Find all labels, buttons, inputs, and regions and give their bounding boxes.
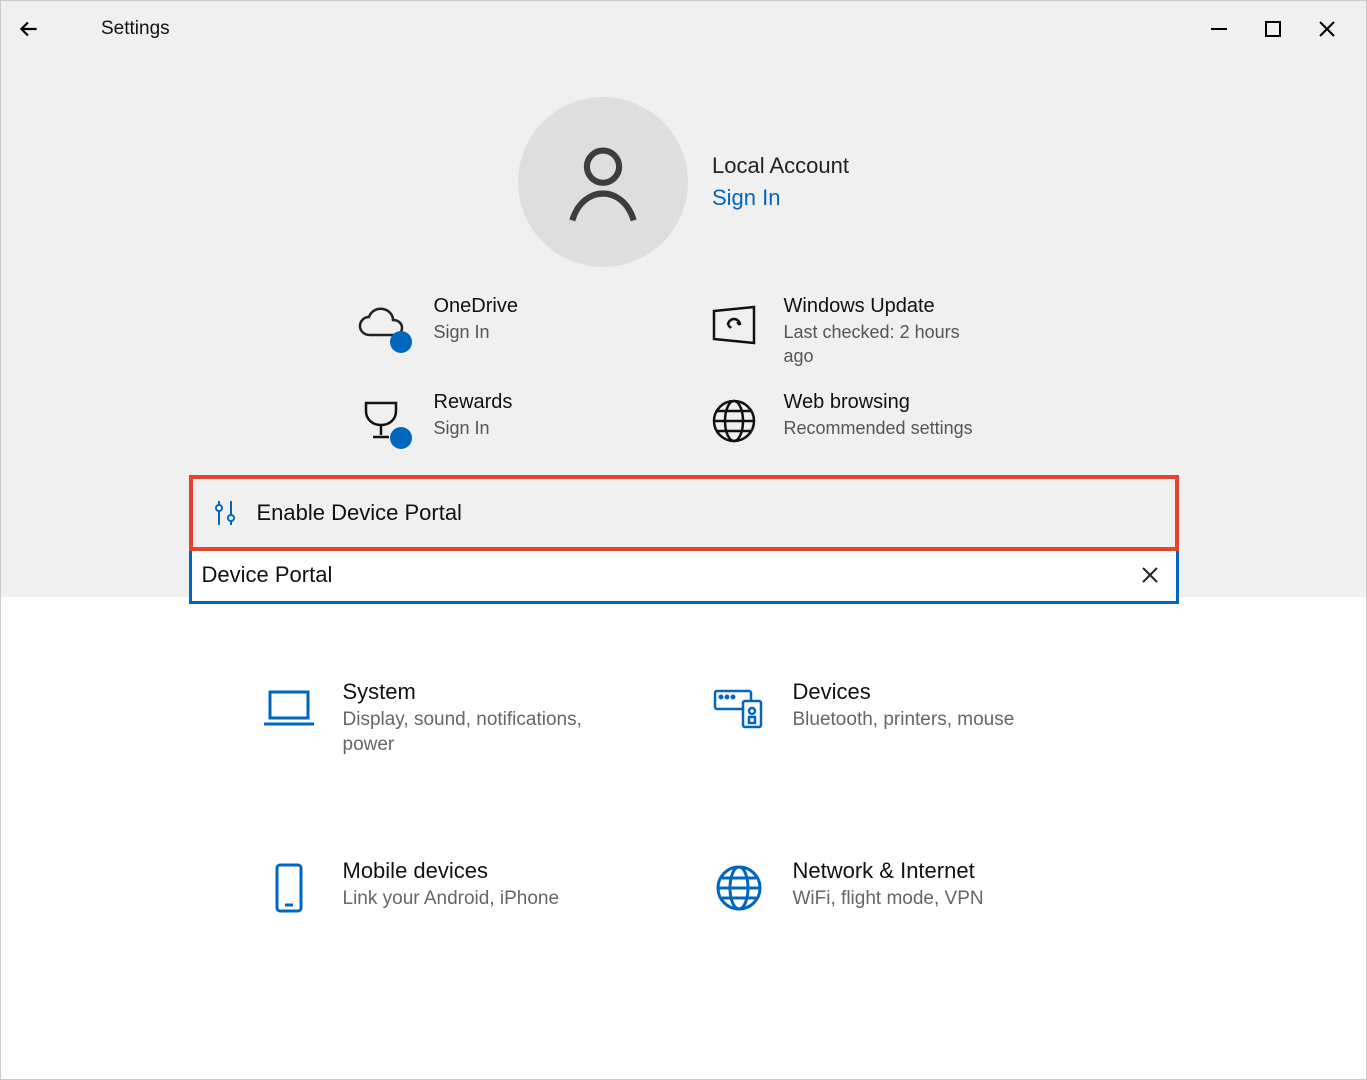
category-title: System <box>343 679 623 705</box>
maximize-button[interactable] <box>1260 16 1286 42</box>
account-type-label: Local Account <box>712 153 849 179</box>
tile-text: Windows Update Last checked: 2 hours ago <box>784 295 994 369</box>
update-icon <box>704 295 764 355</box>
tile-title: Web browsing <box>784 391 973 414</box>
devices-icon <box>709 679 769 739</box>
search-area: Enable Device Portal <box>354 475 1014 597</box>
category-title: Mobile devices <box>343 858 560 884</box>
titlebar-left: Settings <box>13 13 170 45</box>
window-title: Settings <box>101 18 170 40</box>
category-subtitle: WiFi, flight mode, VPN <box>793 886 984 912</box>
account-block: Local Account Sign In <box>1 57 1366 295</box>
tile-windows-update[interactable]: Windows Update Last checked: 2 hours ago <box>704 295 1014 369</box>
tile-subtitle: Sign In <box>434 320 518 344</box>
tile-text: OneDrive Sign In <box>434 295 518 344</box>
close-button[interactable] <box>1314 16 1340 42</box>
category-mobile[interactable]: Mobile devices Link your Android, iPhone <box>259 858 659 918</box>
search-suggestion-label: Enable Device Portal <box>257 500 462 526</box>
x-icon <box>1141 566 1159 584</box>
maximize-icon <box>1264 20 1282 38</box>
titlebar: Settings <box>1 1 1366 57</box>
category-text: Mobile devices Link your Android, iPhone <box>343 858 560 912</box>
globe-icon <box>709 858 769 918</box>
sliders-icon <box>211 499 239 527</box>
phone-icon <box>259 858 319 918</box>
tile-text: Web browsing Recommended settings <box>784 391 973 440</box>
signin-link[interactable]: Sign In <box>712 185 849 211</box>
category-text: Devices Bluetooth, printers, mouse <box>793 679 1015 733</box>
window-controls <box>1206 16 1354 42</box>
category-text: Network & Internet WiFi, flight mode, VP… <box>793 858 984 912</box>
category-text: System Display, sound, notifications, po… <box>343 679 623 758</box>
tile-title: OneDrive <box>434 295 518 318</box>
categories-grid: System Display, sound, notifications, po… <box>259 679 1109 918</box>
tile-rewards[interactable]: Rewards Sign In <box>354 391 664 451</box>
search-suggestion-enable-device-portal[interactable]: Enable Device Portal <box>189 475 1179 551</box>
avatar[interactable] <box>518 97 688 267</box>
category-subtitle: Display, sound, notifications, power <box>343 707 623 758</box>
category-subtitle: Bluetooth, printers, mouse <box>793 707 1015 733</box>
category-system[interactable]: System Display, sound, notifications, po… <box>259 679 659 758</box>
tile-subtitle: Sign In <box>434 416 513 440</box>
clear-search-button[interactable] <box>1134 559 1166 591</box>
close-icon <box>1317 19 1337 39</box>
category-network[interactable]: Network & Internet WiFi, flight mode, VP… <box>709 858 1109 918</box>
categories-section: System Display, sound, notifications, po… <box>1 597 1366 918</box>
minimize-icon <box>1210 20 1228 38</box>
minimize-button[interactable] <box>1206 16 1232 42</box>
laptop-icon <box>259 679 319 739</box>
arrow-left-icon <box>16 16 42 42</box>
back-button[interactable] <box>13 13 45 45</box>
tile-subtitle: Last checked: 2 hours ago <box>784 320 994 369</box>
category-devices[interactable]: Devices Bluetooth, printers, mouse <box>709 679 1109 758</box>
search-input[interactable] <box>202 550 1134 601</box>
account-section: Local Account Sign In OneDrive Sign In W… <box>1 57 1366 597</box>
globe-icon <box>704 391 764 451</box>
status-tiles: OneDrive Sign In Windows Update Last che… <box>354 295 1014 475</box>
tile-text: Rewards Sign In <box>434 391 513 440</box>
category-subtitle: Link your Android, iPhone <box>343 886 560 912</box>
status-dot-icon <box>390 427 412 449</box>
category-title: Devices <box>793 679 1015 705</box>
account-text: Local Account Sign In <box>712 153 849 211</box>
tile-onedrive[interactable]: OneDrive Sign In <box>354 295 664 369</box>
tile-subtitle: Recommended settings <box>784 416 973 440</box>
user-icon <box>557 136 649 228</box>
tile-web-browsing[interactable]: Web browsing Recommended settings <box>704 391 1014 451</box>
category-title: Network & Internet <box>793 858 984 884</box>
search-box[interactable] <box>189 547 1179 604</box>
tile-title: Windows Update <box>784 295 994 318</box>
status-dot-icon <box>390 331 412 353</box>
rewards-icon <box>354 391 414 451</box>
tile-title: Rewards <box>434 391 513 414</box>
onedrive-icon <box>354 295 414 355</box>
